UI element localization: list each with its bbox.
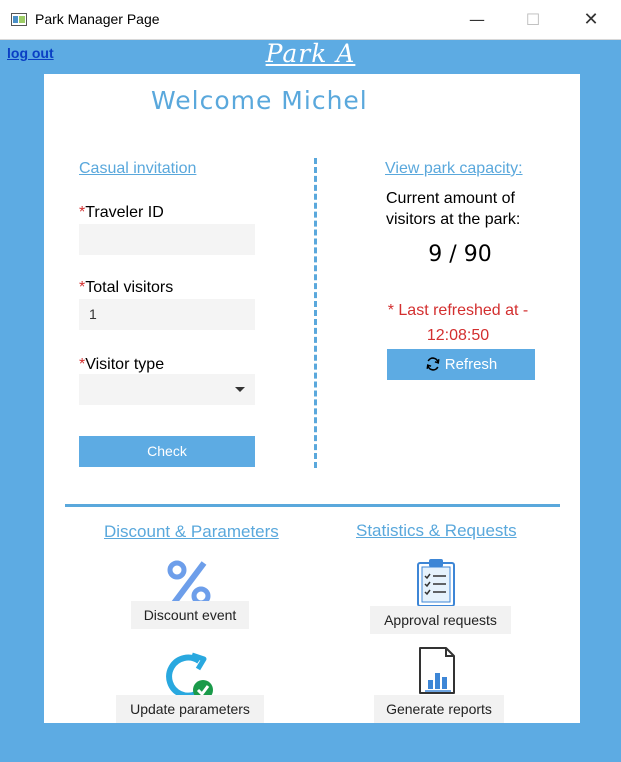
refresh-button[interactable]: Refresh xyxy=(387,349,535,380)
capacity-description: Current amount of visitors at the park: xyxy=(386,188,520,230)
clipboard-checklist-icon[interactable] xyxy=(416,558,456,612)
traveler-id-input[interactable] xyxy=(79,224,255,255)
view-park-capacity-link[interactable]: View park capacity: xyxy=(385,160,523,178)
welcome-heading: Welcome Michel xyxy=(151,86,368,115)
last-refreshed-line1: * Last refreshed at - xyxy=(387,302,529,319)
generate-reports-button[interactable]: Generate reports xyxy=(374,695,504,723)
total-visitors-label-text: Total visitors xyxy=(85,279,174,296)
visitor-type-label-text: Visitor type xyxy=(85,356,165,373)
visitor-type-select[interactable] xyxy=(79,374,255,405)
chevron-down-icon xyxy=(235,387,245,392)
approval-requests-button[interactable]: Approval requests xyxy=(370,606,511,634)
refresh-button-label: Refresh xyxy=(444,356,498,373)
last-refreshed-time: 12:08:50 xyxy=(426,327,490,344)
total-visitors-input[interactable]: 1 xyxy=(79,299,255,330)
visitor-type-label: *Visitor type xyxy=(79,356,164,374)
traveler-id-label: *Traveler ID xyxy=(79,204,164,222)
discount-event-button[interactable]: Discount event xyxy=(131,601,249,629)
window-titlebar: Park Manager Page — ☐ ✕ xyxy=(0,0,621,40)
capacity-description-line1: Current amount of xyxy=(386,190,515,207)
window-title: Park Manager Page xyxy=(35,11,160,27)
park-title: Park A xyxy=(265,39,356,68)
traveler-id-label-text: Traveler ID xyxy=(85,204,164,221)
refresh-icon xyxy=(426,357,440,371)
discount-parameters-link[interactable]: Discount & Parameters xyxy=(104,522,279,542)
statistics-requests-link[interactable]: Statistics & Requests xyxy=(356,521,517,541)
main-panel: Welcome Michel Casual invitation *Travel… xyxy=(44,74,580,723)
capacity-value: 9 / 90 xyxy=(428,242,492,267)
maximize-button[interactable]: ☐ xyxy=(510,8,556,32)
check-button[interactable]: Check xyxy=(79,436,255,467)
last-refreshed-text: * Last refreshed at - 12:08:50 xyxy=(376,298,540,348)
app-window-icon xyxy=(11,13,27,26)
close-button[interactable]: ✕ xyxy=(568,8,614,32)
total-visitors-label: *Total visitors xyxy=(79,279,173,297)
report-chart-icon[interactable] xyxy=(416,646,458,700)
capacity-description-line2: visitors at the park: xyxy=(386,211,521,228)
column-divider xyxy=(314,158,317,468)
casual-invitation-link[interactable]: Casual invitation xyxy=(79,160,196,178)
minimize-button[interactable]: — xyxy=(454,8,500,32)
update-parameters-button[interactable]: Update parameters xyxy=(116,695,264,723)
section-divider xyxy=(65,504,560,507)
